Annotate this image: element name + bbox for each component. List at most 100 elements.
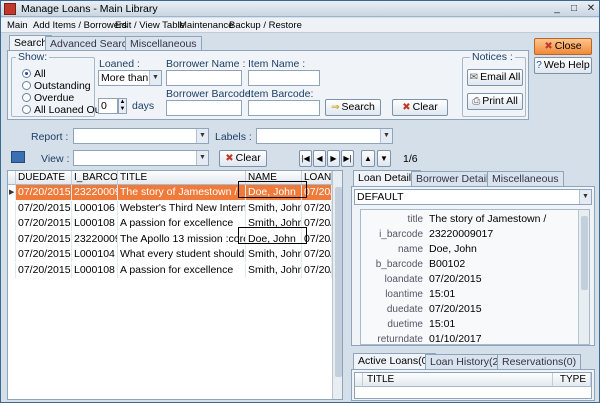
tab-borrower-details[interactable]: Borrower Details <box>411 171 499 186</box>
cell-duedate[interactable]: 07/20/2015 <box>16 247 72 262</box>
move-down-button[interactable]: ▼ <box>377 150 391 167</box>
grid-vertical-scrollbar[interactable] <box>332 171 342 399</box>
move-up-button[interactable]: ▲ <box>361 150 375 167</box>
next-page-button[interactable]: ▶ <box>327 150 340 167</box>
menu-add-items-borrowers[interactable]: Add Items / Borrowers <box>33 19 127 32</box>
manage-loans-window: Manage Loans - Main Library _ □ ✕ Main A… <box>0 0 600 403</box>
clear-view-button[interactable]: ✖ Clear <box>219 150 267 167</box>
minimize-button[interactable]: _ <box>549 2 565 15</box>
row-header[interactable] <box>8 262 16 278</box>
cell-i-barcode[interactable]: L000108 <box>72 216 118 231</box>
cell-duedate[interactable]: 07/20/2015 <box>16 216 72 231</box>
maximize-button[interactable]: □ <box>566 2 582 15</box>
detail-view-select[interactable]: DEFAULT ▼ <box>354 189 592 205</box>
details-vertical-scrollbar[interactable] <box>578 210 589 344</box>
prev-page-button[interactable]: ◀ <box>313 150 326 167</box>
cell-name[interactable]: Smith, John <box>246 262 302 278</box>
cell-i-barcode[interactable]: 23220009005 <box>72 231 118 247</box>
cell-loandate[interactable]: 07/20/2015 <box>302 200 332 216</box>
item-barcode-input[interactable] <box>248 100 320 116</box>
menu-maintenance[interactable]: Maintenance <box>179 19 233 32</box>
tab-miscellaneous[interactable]: Miscellaneous <box>125 36 202 51</box>
cell-i-barcode[interactable]: L000108 <box>72 262 118 278</box>
menu-main[interactable]: Main <box>7 19 28 32</box>
cell-duedate[interactable]: 07/20/2015 <box>16 262 72 278</box>
item-name-input[interactable] <box>248 70 320 86</box>
loans-grid[interactable]: DUEDATE I_BARCODE TITLE NAME LOANDATE ▶0… <box>7 170 343 400</box>
cell-i-barcode[interactable]: L000104 <box>72 247 118 262</box>
labels-label: Labels : <box>215 131 252 143</box>
tab-detail-miscellaneous[interactable]: Miscellaneous <box>487 171 564 186</box>
cell-title[interactable]: The story of Jamestown / <box>118 185 246 200</box>
detail-value-duedate: 07/20/2015 <box>429 303 482 315</box>
cell-title[interactable]: The Apollo 13 mission :core events <box>118 231 246 247</box>
cell-title[interactable]: A passion for excellence <box>118 216 246 231</box>
calendar-icon[interactable] <box>11 151 25 163</box>
tab-active-loans[interactable]: Active Loans(0) <box>353 353 436 369</box>
row-header[interactable] <box>8 216 16 231</box>
detail-key-duetime: duetime <box>387 319 423 330</box>
print-all-button[interactable]: ⎙ Print All <box>467 93 523 110</box>
search-icon: ⇒ <box>331 102 340 113</box>
tab-loan-history[interactable]: Loan History(2) <box>425 354 507 369</box>
cell-duedate[interactable]: 07/20/2015 <box>16 231 72 247</box>
first-page-button[interactable]: |◀ <box>299 150 312 167</box>
scrollbar-thumb[interactable] <box>581 216 588 290</box>
tab-reservations[interactable]: Reservations(0) <box>497 354 582 369</box>
cell-name[interactable]: Smith, John <box>246 200 302 216</box>
menu-edit-view-table[interactable]: Edit / View Table <box>115 19 185 32</box>
column-header-duedate[interactable]: DUEDATE <box>16 171 72 185</box>
cell-duedate[interactable]: 07/20/2015 <box>16 185 72 200</box>
clear-search-button[interactable]: ✖ Clear <box>392 99 448 116</box>
cell-i-barcode[interactable]: 23220009017 <box>72 185 118 200</box>
radio-icon <box>22 81 31 90</box>
detail-key-duedate: duedate <box>386 304 423 315</box>
view-select[interactable]: ▼ <box>73 150 209 166</box>
radio-overdue[interactable]: Overdue <box>22 92 74 104</box>
cell-loandate[interactable]: 07/20/2015 <box>302 247 332 262</box>
report-select[interactable]: ▼ <box>73 128 209 144</box>
loaned-select[interactable]: More than ▼ <box>98 70 162 86</box>
column-header-title[interactable]: TITLE <box>118 171 246 185</box>
email-all-button[interactable]: ✉ Email All <box>467 69 523 86</box>
cell-loandate[interactable]: 07/20/2015 <box>302 262 332 278</box>
radio-outstanding[interactable]: Outstanding <box>22 80 91 92</box>
labels-select[interactable]: ▼ <box>256 128 393 144</box>
cell-title[interactable]: Webster's Third New International <box>118 200 246 216</box>
close-button[interactable]: ✖ Close <box>534 38 592 55</box>
days-input[interactable]: 0 <box>98 98 118 114</box>
detail-key-b-barcode: b_barcode <box>375 259 423 270</box>
radio-all[interactable]: All <box>22 68 46 80</box>
cell-duedate[interactable]: 07/20/2015 <box>16 200 72 216</box>
column-header-type[interactable]: TYPE <box>553 373 591 387</box>
close-window-button[interactable]: ✕ <box>583 2 599 15</box>
detail-key-title: title <box>407 214 423 225</box>
page-indicator: 1/6 <box>403 153 418 165</box>
borrower-barcode-input[interactable] <box>166 100 242 116</box>
search-button[interactable]: ⇒ Search <box>325 99 381 116</box>
cell-title[interactable]: What every student should know <box>118 247 246 262</box>
menu-backup-restore[interactable]: Backup / Restore <box>229 19 302 32</box>
chevron-down-icon: ▼ <box>196 129 208 143</box>
name-highlight-box <box>238 181 307 198</box>
borrower-name-input[interactable] <box>166 70 242 86</box>
cell-name[interactable]: Smith, John <box>246 247 302 262</box>
cell-i-barcode[interactable]: L000106 <box>72 200 118 216</box>
column-header-i-barcode[interactable]: I_BARCODE <box>72 171 118 185</box>
column-header-title[interactable]: TITLE <box>363 373 553 387</box>
days-spinner[interactable]: ▲ ▼ <box>118 98 127 114</box>
row-header[interactable] <box>8 247 16 262</box>
web-help-button[interactable]: ? Web Help <box>534 57 592 74</box>
scrollbar-thumb[interactable] <box>335 187 342 377</box>
cell-title[interactable]: A passion for excellence <box>118 262 246 278</box>
radio-all-loaned-out[interactable]: All Loaned Out <box>22 104 103 116</box>
chevron-down-icon: ▼ <box>196 151 208 165</box>
row-header[interactable] <box>8 200 16 216</box>
tab-advanced-search[interactable]: Advanced Search <box>45 36 138 51</box>
row-pointer-icon[interactable]: ▶ <box>8 185 16 200</box>
menu-bar: Main Add Items / Borrowers Edit / View T… <box>1 18 599 33</box>
row-header-corner <box>355 373 363 387</box>
active-loans-grid[interactable]: TITLE TYPE <box>354 372 592 399</box>
last-page-button[interactable]: ▶| <box>341 150 354 167</box>
row-header[interactable] <box>8 231 16 247</box>
